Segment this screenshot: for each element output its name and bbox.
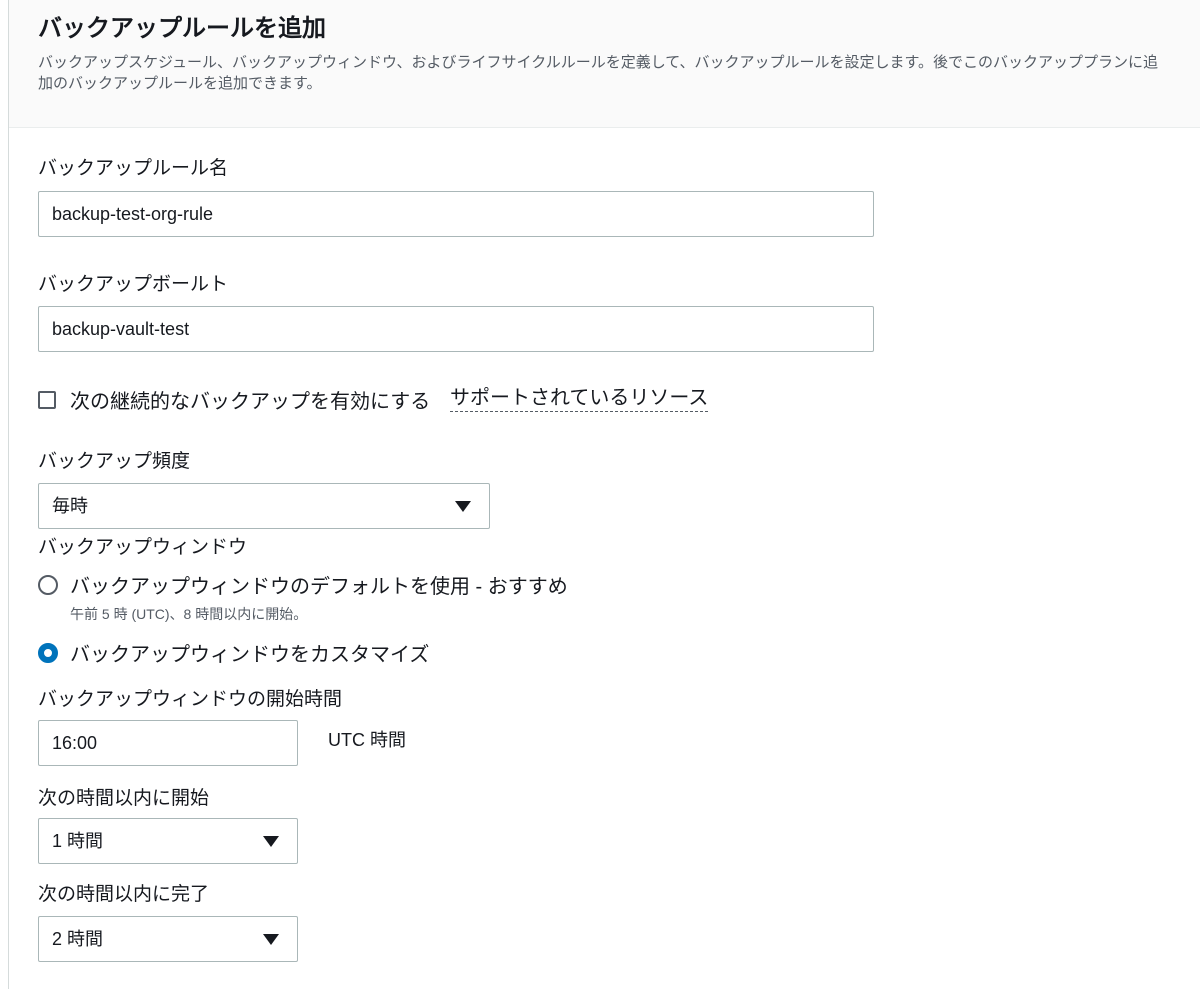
continuous-backup-label: 次の継続的なバックアップを有効にする (70, 391, 431, 413)
frequency-select[interactable]: 毎時 (38, 483, 490, 529)
window-label: バックアップウィンドウ (38, 537, 248, 558)
supported-resources-link[interactable]: サポートされているリソース (450, 385, 709, 412)
window-custom-radio[interactable] (38, 643, 58, 663)
rule-name-label: バックアップルール名 (38, 158, 229, 179)
start-time-input[interactable]: 16:00 (38, 720, 298, 766)
window-custom-label: バックアップウィンドウをカスタマイズ (70, 644, 430, 666)
start-time-label: バックアップウィンドウの開始時間 (38, 689, 343, 710)
panel-header: バックアップルールを追加 バックアップスケジュール、バックアップウィンドウ、およ… (9, 0, 1200, 128)
complete-within-select[interactable]: 2 時間 (38, 916, 298, 962)
page-title: バックアップルールを追加 (38, 15, 326, 42)
vault-label: バックアップボールト (38, 274, 229, 295)
vault-input[interactable]: backup-vault-test (38, 306, 874, 352)
start-within-value: 1 時間 (52, 831, 104, 851)
start-within-label: 次の時間以内に開始 (38, 788, 210, 809)
caret-down-icon (455, 501, 471, 512)
frequency-label: バックアップ頻度 (38, 451, 191, 472)
start-within-select[interactable]: 1 時間 (38, 818, 298, 864)
caret-down-icon (263, 836, 279, 847)
window-default-label: バックアップウィンドウのデフォルトを使用 - おすすめ (70, 576, 568, 598)
window-default-description: 午前 5 時 (UTC)、8 時間以内に開始。 (70, 606, 308, 622)
complete-within-value: 2 時間 (52, 929, 104, 949)
start-time-unit: UTC 時間 (328, 730, 406, 750)
rule-name-input[interactable]: backup-test-org-rule (38, 191, 874, 237)
page-description: バックアップスケジュール、バックアップウィンドウ、およびライフサイクルルールを定… (38, 54, 1159, 92)
window-default-radio[interactable] (38, 575, 58, 595)
frequency-value: 毎時 (52, 496, 88, 516)
caret-down-icon (263, 934, 279, 945)
add-backup-rule-panel: バックアップルールを追加 バックアップスケジュール、バックアップウィンドウ、およ… (8, 0, 1200, 989)
continuous-backup-checkbox[interactable] (38, 391, 56, 409)
complete-within-label: 次の時間以内に完了 (38, 884, 210, 905)
